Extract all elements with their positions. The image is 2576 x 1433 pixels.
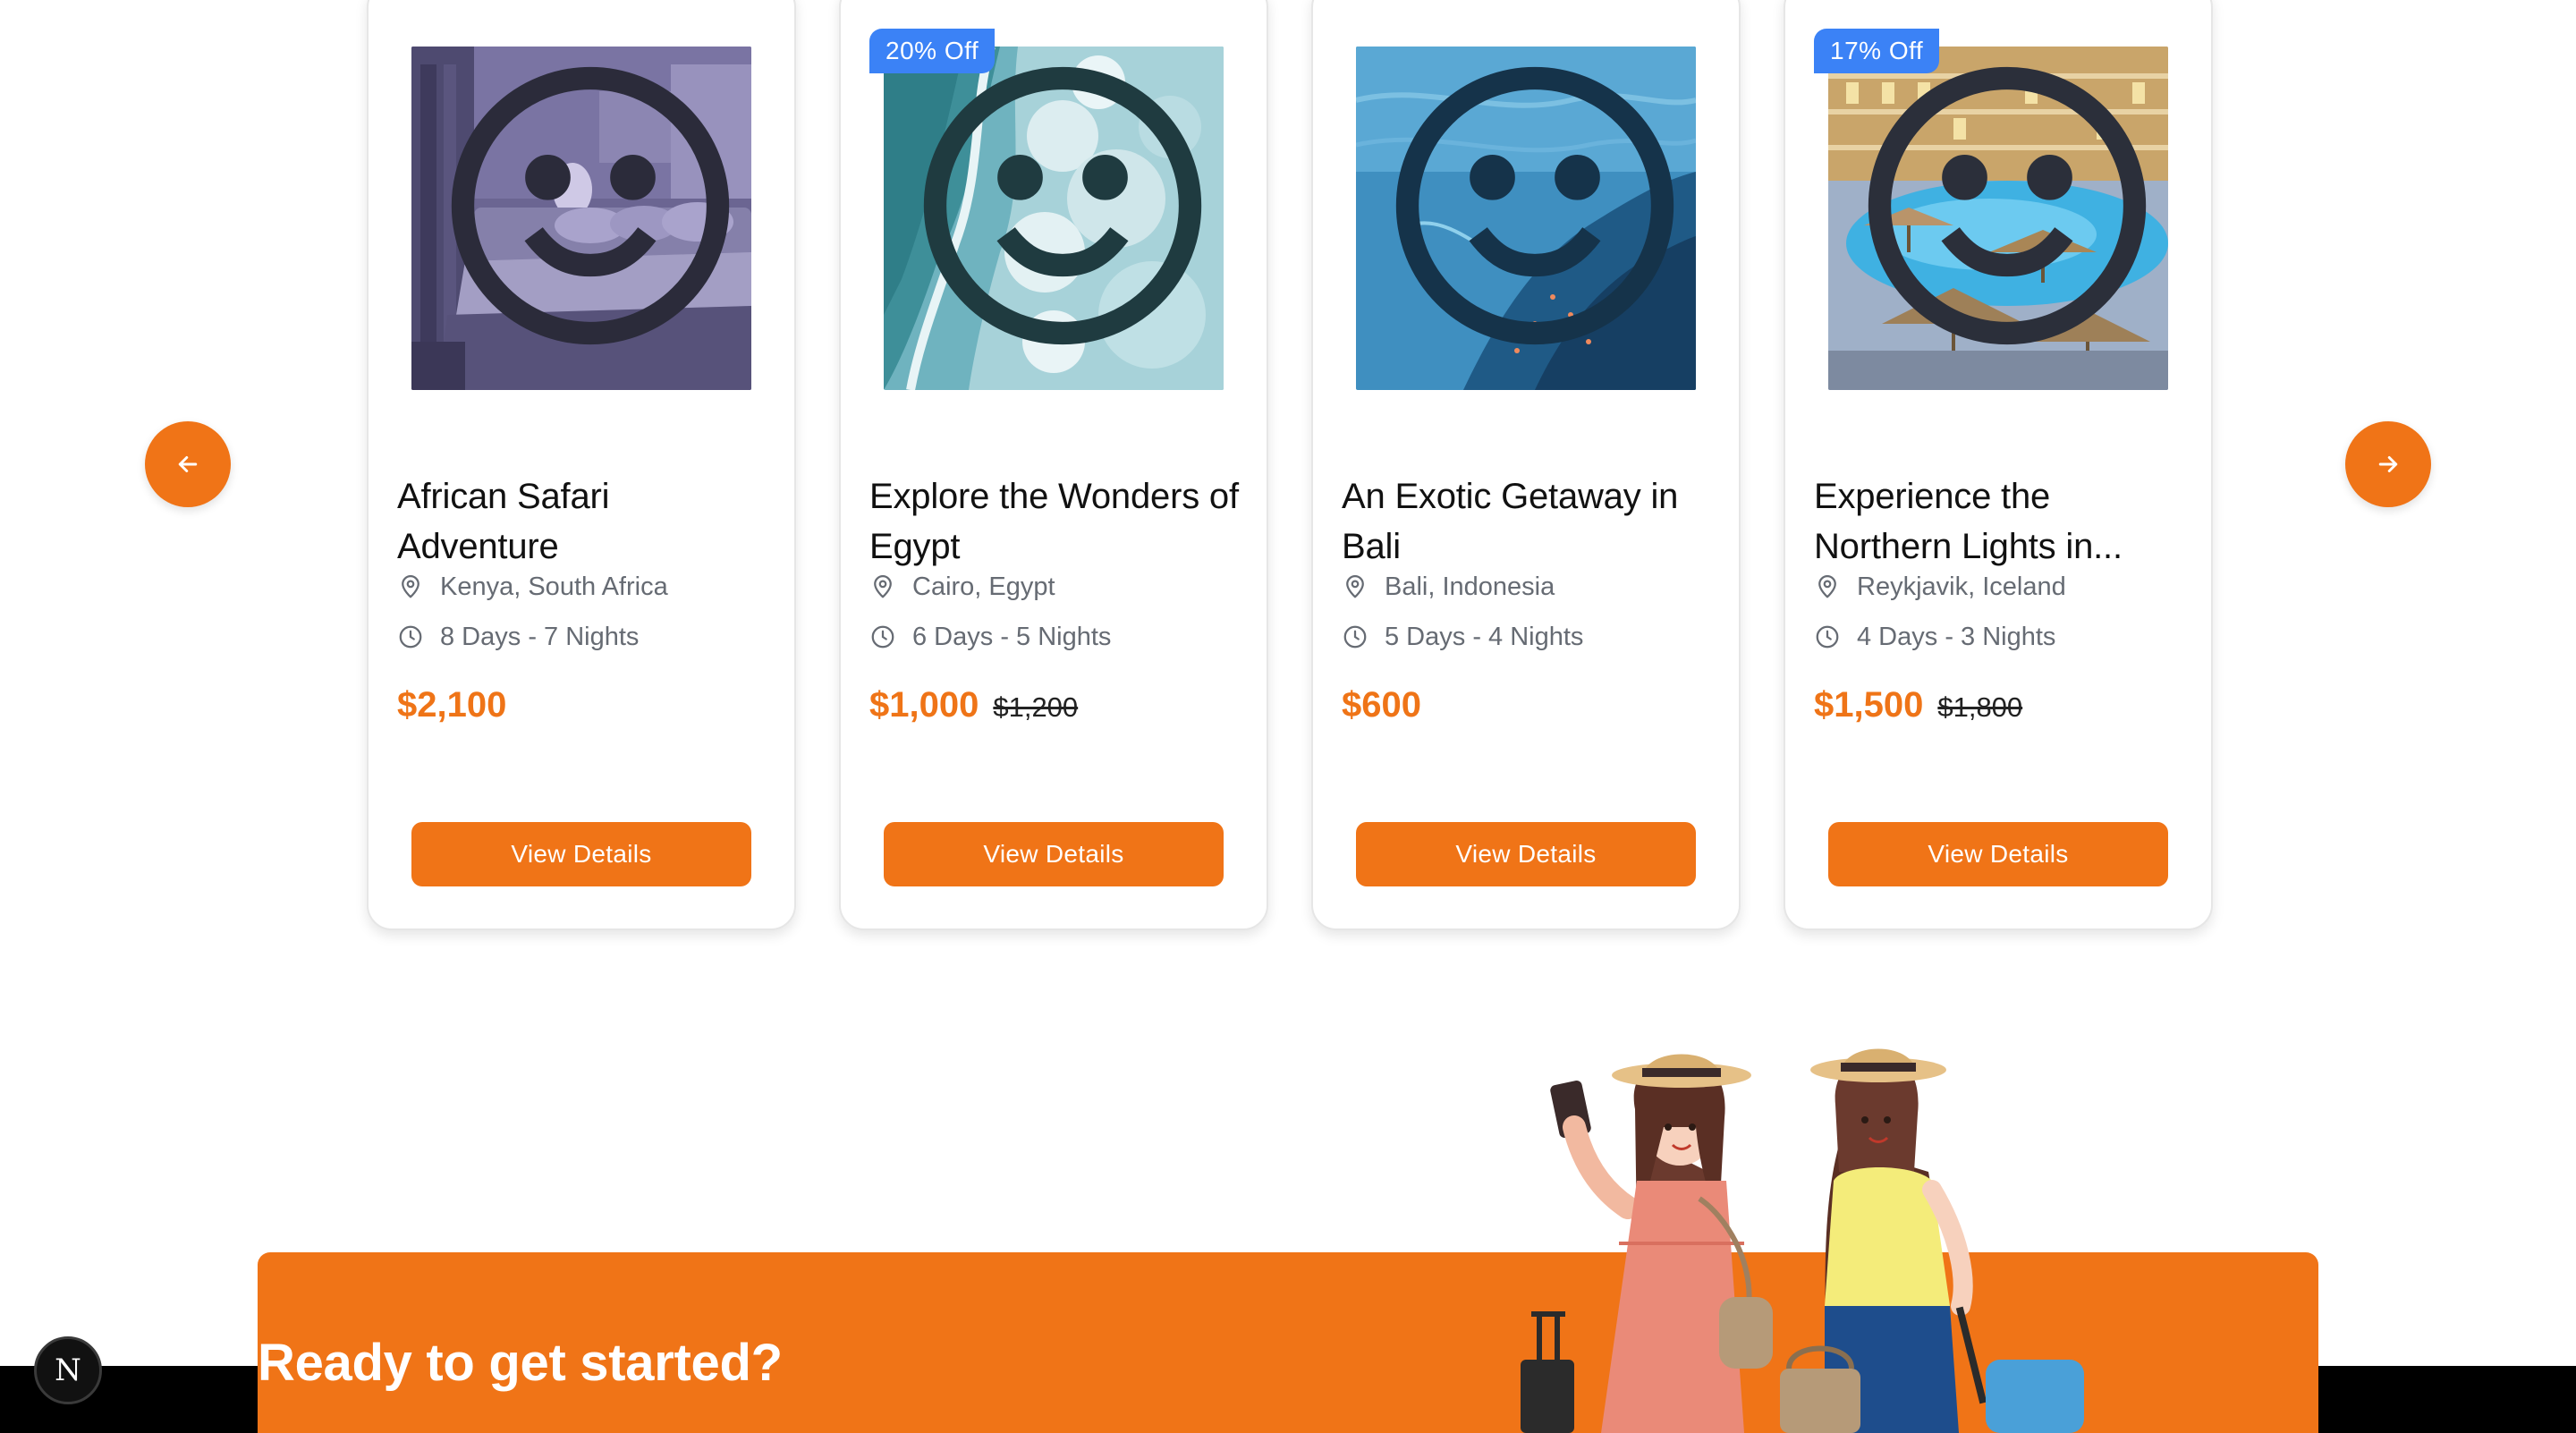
tour-duration: 4 Days - 3 Nights [1814, 619, 2055, 655]
view-details-button[interactable]: View Details [884, 822, 1224, 886]
tour-title[interactable]: Explore the Wonders of Egypt [869, 471, 1245, 572]
tour-price: $2,100 [397, 685, 507, 725]
tour-duration-text: 8 Days - 7 Nights [440, 622, 640, 651]
devtools-letter: N [55, 1352, 81, 1388]
tour-price: $600 [1342, 685, 1421, 725]
tour-location-text: Bali, Indonesia [1385, 572, 1555, 601]
tour-location: Kenya, South Africa [397, 569, 668, 605]
tour-price-row: $1,000 $1,200 [869, 685, 1078, 735]
tour-price-row: $1,500 $1,800 [1814, 685, 2022, 735]
tour-image-underwater-reef[interactable] [1356, 47, 1696, 390]
smiley-icon [1395, 66, 1674, 345]
discount-badge: 17% Off [1814, 29, 1940, 73]
tour-card: 20% Off Explore the Wonders of Egypt Cai… [839, 0, 1268, 930]
tour-location-text: Cairo, Egypt [912, 572, 1055, 601]
tour-price-row: $2,100 [397, 685, 506, 735]
smiley-icon [451, 66, 730, 345]
clock-icon [871, 625, 894, 649]
smiley-icon [923, 66, 1202, 345]
tour-title[interactable]: Experience the Northern Lights in... [1814, 471, 2190, 572]
tour-location: Reykjavik, Iceland [1814, 569, 2066, 605]
view-details-button[interactable]: View Details [411, 822, 751, 886]
tour-image-ocean-waves-aerial[interactable] [884, 47, 1224, 390]
view-details-button[interactable]: View Details [1828, 822, 2168, 886]
map-pin-icon [1346, 575, 1364, 598]
tour-old-price: $1,800 [1937, 691, 2023, 723]
tour-image-hotel-bedroom[interactable] [411, 47, 751, 390]
tour-price: $1,500 [1814, 685, 1924, 725]
arrow-left-icon [178, 456, 198, 472]
tour-price-row: $600 [1342, 685, 1421, 735]
tour-location-text: Reykjavik, Iceland [1857, 572, 2066, 601]
tour-location-text: Kenya, South Africa [440, 572, 668, 601]
devtools-indicator-button[interactable]: N [34, 1336, 102, 1404]
map-pin-icon [1818, 575, 1836, 598]
tour-carousel: African Safari Adventure Kenya, South Af… [0, 0, 2576, 948]
clock-icon [399, 625, 422, 649]
carousel-next-button[interactable] [2345, 421, 2431, 507]
map-pin-icon [874, 575, 892, 598]
map-pin-icon [402, 575, 419, 598]
view-details-button[interactable]: View Details [1356, 822, 1696, 886]
tour-price: $1,000 [869, 685, 979, 725]
cta-title: Ready to get started? [258, 1334, 783, 1392]
tour-duration-text: 5 Days - 4 Nights [1385, 622, 1584, 651]
discount-badge: 20% Off [869, 29, 996, 73]
tour-duration: 5 Days - 4 Nights [1342, 619, 1583, 655]
tour-location: Bali, Indonesia [1342, 569, 1555, 605]
tour-duration: 8 Days - 7 Nights [397, 619, 639, 655]
clock-icon [1343, 625, 1367, 649]
tour-old-price: $1,200 [993, 691, 1079, 723]
tour-duration-text: 6 Days - 5 Nights [912, 622, 1112, 651]
tour-title[interactable]: An Exotic Getaway in Bali [1342, 471, 1717, 572]
tour-location: Cairo, Egypt [869, 569, 1055, 605]
tour-duration: 6 Days - 5 Nights [869, 619, 1111, 655]
arrow-right-icon [2378, 456, 2398, 472]
tour-image-resort-pool[interactable] [1828, 47, 2168, 390]
two-travelers-illustration [1521, 1048, 2084, 1433]
tour-title[interactable]: African Safari Adventure [397, 471, 773, 572]
carousel-prev-button[interactable] [145, 421, 231, 507]
tour-card: 17% Off Experience the Northern Lights i… [1784, 0, 2213, 930]
tour-duration-text: 4 Days - 3 Nights [1857, 622, 2056, 651]
smiley-icon [1868, 66, 2147, 345]
clock-icon [1816, 625, 1839, 649]
tour-card: African Safari Adventure Kenya, South Af… [367, 0, 796, 930]
tour-card: An Exotic Getaway in Bali Bali, Indonesi… [1311, 0, 1741, 930]
